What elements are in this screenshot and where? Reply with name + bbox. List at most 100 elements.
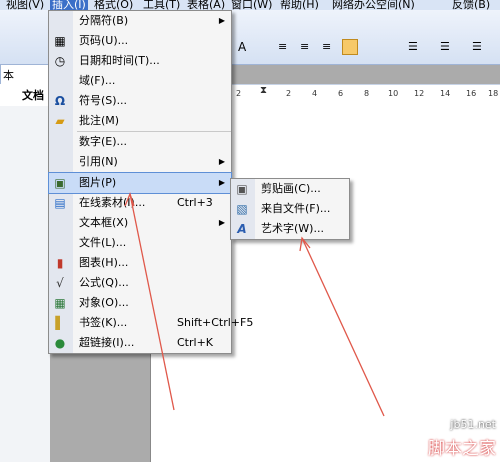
left-panel [0, 64, 50, 462]
menu-item-formula[interactable]: √ 公式(Q)... [49, 273, 231, 293]
menu-item-label: 对象(O)... [79, 296, 129, 309]
ruler-tick: 12 [414, 89, 425, 98]
picture-submenu: ▣ 剪贴画(C)... ▧ 来自文件(F)... A 艺术字(W)... [230, 178, 350, 240]
watermark-name: 脚本之家 [428, 439, 496, 459]
shortcut-label: Ctrl+K [177, 336, 214, 349]
menu-item-reference[interactable]: 引用(N) ▶ [49, 152, 231, 172]
menu-item-label: 书签(K)... [79, 316, 128, 329]
menu-item-label: 在线素材(I)... [79, 196, 146, 209]
menu-item-chart[interactable]: ▮ 图表(H)... [49, 253, 231, 273]
font-grow-icon[interactable]: A [238, 40, 246, 54]
picture-icon: ▣ [54, 176, 66, 190]
ruler-tick: 18 [488, 89, 499, 98]
ruler-tick: 2 [286, 89, 292, 98]
menu-window[interactable]: 窗口(W) [231, 0, 272, 10]
menu-item-label: 文件(L)... [79, 236, 127, 249]
hyperlink-icon: ● [54, 336, 66, 350]
menu-item-picture[interactable]: ▣ 图片(P) ▶ [48, 172, 232, 194]
menu-item-label: 数字(E)... [79, 135, 128, 148]
menu-item-label: 分隔符(B) [79, 14, 129, 27]
formatting-toolbar: A ≡ ≡ ≡ ☰ ☰ ☰ [238, 39, 500, 56]
menu-item-object[interactable]: ▦ 对象(O)... [49, 293, 231, 313]
omega-icon: Ω [54, 94, 66, 108]
menu-item-symbol[interactable]: Ω 符号(S)... [49, 91, 231, 111]
insert-menu: 分隔符(B) ▶ ▦ 页码(U)... ◷ 日期和时间(T)... 域(F)..… [48, 10, 253, 354]
menu-item-break[interactable]: 分隔符(B) ▶ [49, 11, 231, 31]
menu-item-label: 符号(S)... [79, 94, 128, 107]
menu-item-label: 图表(H)... [79, 256, 129, 269]
menu-item-label: 艺术字(W)... [261, 222, 324, 235]
align-center-icon[interactable]: ≡ [300, 40, 309, 53]
submenu-item-clipart[interactable]: ▣ 剪贴画(C)... [231, 179, 349, 199]
indent-icon[interactable]: ☰ [472, 40, 482, 53]
menu-item-label: 日期和时间(T)... [79, 54, 160, 67]
ruler-tick: 6 [338, 89, 344, 98]
horizontal-ruler[interactable]: 2 ⧗ 2 4 6 8 10 12 14 16 18 [230, 84, 500, 108]
menu-item-label: 域(F)... [79, 74, 116, 87]
text-box-area: 本 [0, 64, 52, 86]
justify-icon[interactable] [342, 39, 358, 55]
menu-item-label: 引用(N) [79, 155, 118, 168]
shortcut-label: Shift+Ctrl+F5 [177, 316, 254, 329]
menu-feedback[interactable]: 反馈(B) [452, 0, 490, 10]
menu-item-bookmark[interactable]: ▌ 书签(K)... Shift+Ctrl+F5 [49, 313, 253, 333]
menu-format[interactable]: 格式(O) [94, 0, 133, 10]
menu-item-label: 页码(U)... [79, 34, 129, 47]
menu-item-field[interactable]: 域(F)... [49, 71, 231, 91]
bullet-list-icon[interactable]: ☰ [408, 40, 418, 53]
menu-item-label: 来自文件(F)... [261, 202, 331, 215]
chart-icon: ▮ [56, 256, 64, 270]
menu-view[interactable]: 视图(V) [6, 0, 44, 10]
ruler-tick: 16 [466, 89, 477, 98]
page-number-icon: ▦ [54, 34, 66, 48]
menu-item-hyperlink[interactable]: ● 超链接(I)... Ctrl+K [49, 333, 231, 353]
formula-icon: √ [56, 276, 64, 290]
menu-item-date-time[interactable]: ◷ 日期和时间(T)... [49, 51, 231, 71]
doc-tab-row: 文档 [0, 84, 50, 106]
menu-item-label: 批注(M) [79, 114, 120, 127]
menu-item-online-material[interactable]: ▤ 在线素材(I)... Ctrl+3 [49, 193, 231, 213]
text-label: 本 [3, 69, 14, 82]
date-time-icon: ◷ [54, 54, 66, 68]
from-file-icon: ▧ [236, 202, 248, 216]
submenu-arrow-icon: ▶ [218, 16, 225, 25]
align-left-icon[interactable]: ≡ [278, 40, 287, 53]
wordart-icon: A [237, 222, 247, 236]
menu-bar: 视图(V) 插入(I) 格式(O) 工具(T) 表格(A) 窗口(W) 帮助(H… [0, 0, 500, 10]
submenu-arrow-icon: ▶ [218, 178, 225, 187]
ruler-tick: 2 [236, 89, 242, 98]
menu-item-label: 超链接(I)... [79, 336, 135, 349]
menu-item-file[interactable]: 文件(L)... [49, 233, 231, 253]
menu-network-space[interactable]: 网络办公空间(N) [332, 0, 415, 10]
menu-table[interactable]: 表格(A) [187, 0, 225, 10]
shortcut-label: Ctrl+3 [177, 196, 213, 209]
ruler-tick: 4 [312, 89, 318, 98]
online-material-icon: ▤ [54, 196, 66, 210]
comment-icon: ▰ [55, 114, 65, 128]
indent-marker-icon[interactable]: ⧗ [260, 85, 267, 96]
menu-insert[interactable]: 插入(I) [50, 0, 88, 10]
submenu-item-from-file[interactable]: ▧ 来自文件(F)... [231, 199, 349, 219]
watermark-site: jb51.net [450, 418, 496, 431]
number-list-icon[interactable]: ☰ [440, 40, 450, 53]
submenu-arrow-icon: ▶ [218, 218, 225, 227]
bookmark-icon: ▌ [55, 316, 65, 330]
submenu-item-wordart[interactable]: A 艺术字(W)... [231, 219, 349, 239]
menu-item-label: 文本框(X) [79, 216, 129, 229]
menu-item-label: 图片(P) [79, 176, 117, 189]
menu-item-number[interactable]: 数字(E)... [49, 132, 231, 152]
tab-documents[interactable]: 文档 [22, 87, 44, 103]
menu-help[interactable]: 帮助(H) [280, 0, 319, 10]
clipart-icon: ▣ [236, 182, 248, 196]
menu-item-label: 剪贴画(C)... [261, 182, 321, 195]
align-right-icon[interactable]: ≡ [322, 40, 331, 53]
ruler-tick: 10 [388, 89, 399, 98]
menu-item-label: 公式(Q)... [79, 276, 129, 289]
ruler-tick: 8 [364, 89, 370, 98]
menu-item-page-number[interactable]: ▦ 页码(U)... [49, 31, 231, 51]
menu-tools[interactable]: 工具(T) [143, 0, 180, 10]
menu-item-comment[interactable]: ▰ 批注(M) [49, 111, 231, 131]
submenu-arrow-icon: ▶ [218, 157, 225, 166]
menu-item-text-box[interactable]: 文本框(X) ▶ [49, 213, 231, 233]
object-icon: ▦ [54, 296, 66, 310]
